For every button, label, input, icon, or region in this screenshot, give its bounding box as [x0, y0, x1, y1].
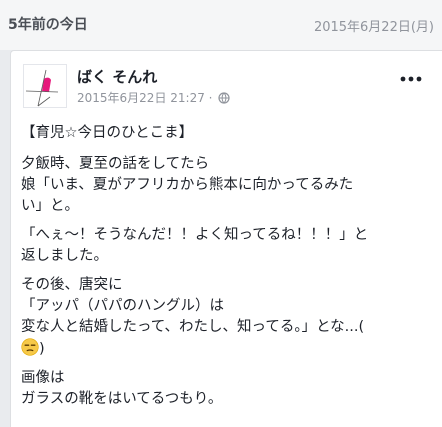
post-paragraph: 「へぇ〜！そうなんだ！！よく知ってるね！！！」と 返しました。	[21, 225, 433, 267]
post-meta: 2015年6月22日 21:27 ·	[77, 89, 230, 106]
post-line: 【育児☆今日のひとこま】	[21, 125, 194, 141]
post-line: 画像は	[21, 370, 65, 386]
post-line: 「へぇ〜！そうなんだ！！よく知ってるね！！！」と	[21, 227, 369, 243]
post-line: 娘「いま、夏がアフリカから熊本に向かってるみた	[21, 177, 354, 193]
post-line: 「アッパ（パパのハングル）は	[21, 298, 224, 314]
post-line: い」と。	[21, 198, 79, 214]
post-paragraph: 夕飯時、夏至の話をしてたら 娘「いま、夏がアフリカから熊本に向かってるみた い」…	[21, 154, 433, 217]
post-line: 返しました。	[21, 248, 108, 264]
memory-label: 5年前の今日	[8, 17, 88, 33]
globe-icon	[218, 92, 230, 104]
post-paragraph: その後、唐突に 「アッパ（パパのハングル）は 変な人と結婚したって、わたし、知っ…	[21, 275, 433, 360]
post-line: ガラスの靴をはいてるつもり。	[21, 391, 223, 407]
post-card: ばく そんれ 2015年6月22日 21:27 · 【育児☆今日のひとこま】 夕…	[10, 50, 442, 427]
unamused-face-emoji-icon	[21, 338, 39, 356]
post-line: 夕飯時、夏至の話をしてたら	[21, 156, 210, 172]
more-options-icon[interactable]	[399, 73, 423, 85]
memory-header: 5年前の今日 2015年6月22日(月)	[0, 0, 442, 50]
author-name[interactable]: ばく そんれ	[77, 66, 157, 87]
post-paragraph: 【育児☆今日のひとこま】	[21, 123, 433, 144]
post-body: 【育児☆今日のひとこま】 夕飯時、夏至の話をしてたら 娘「いま、夏がアフリカから…	[21, 123, 433, 418]
post-line: 変な人と結婚したって、わたし、知ってる。」とな...(	[21, 319, 365, 335]
post-paragraph: 画像は ガラスの靴をはいてるつもり。	[21, 368, 433, 410]
post-line: その後、唐突に	[21, 277, 123, 293]
post-timestamp[interactable]: 2015年6月22日 21:27 ·	[77, 91, 212, 105]
post-line: )	[39, 341, 45, 357]
avatar-drawing-icon	[25, 69, 59, 107]
avatar[interactable]	[23, 64, 67, 108]
memory-date: 2015年6月22日(月)	[313, 20, 434, 35]
